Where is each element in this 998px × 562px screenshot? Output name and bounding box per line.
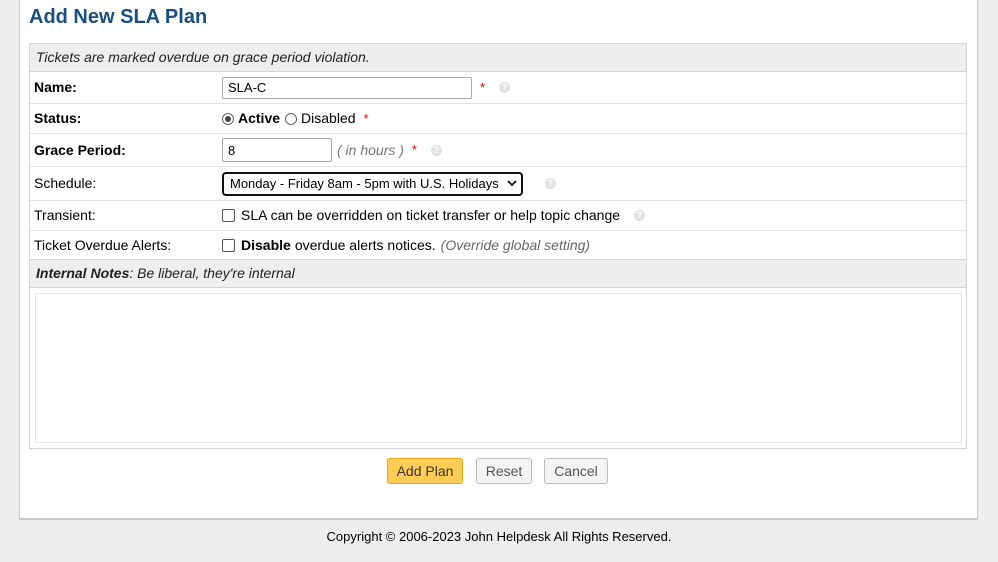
status-active-label[interactable]: Active [238, 104, 280, 133]
status-disabled-label[interactable]: Disabled [301, 104, 355, 133]
disable-alerts-checkbox[interactable] [222, 238, 235, 252]
grace-period-input[interactable] [222, 138, 332, 162]
transient-row: Transient: SLA can be overridden on tick… [30, 201, 966, 231]
form-actions: Add Plan Reset Cancel [0, 458, 998, 484]
overdue-alerts-label: Ticket Overdue Alerts: [34, 237, 172, 253]
transient-checkbox-label[interactable]: SLA can be overridden on ticket transfer… [241, 201, 620, 230]
internal-notes-textarea[interactable] [35, 293, 962, 443]
help-icon[interactable]: ? [545, 178, 556, 189]
required-marker: * [480, 80, 486, 95]
sla-plan-form: Tickets are marked overdue on grace peri… [29, 43, 967, 449]
grace-period-label: Grace Period: [34, 142, 126, 158]
grace-field-wrap: ( in hours ) * ? [222, 134, 442, 166]
help-icon[interactable]: ? [499, 82, 511, 93]
disable-alerts-text[interactable]: overdue alerts notices. [295, 231, 436, 259]
required-marker: * [363, 111, 369, 126]
schedule-row: Schedule: Monday - Friday 8am - 5pm with… [30, 167, 966, 201]
name-row: Name: * ? [30, 72, 966, 104]
internal-notes-title: Internal Notes [36, 265, 130, 281]
form-header-note: Tickets are marked overdue on grace peri… [30, 44, 966, 72]
reset-button[interactable]: Reset [476, 458, 532, 484]
overdue-alerts-row: Ticket Overdue Alerts: Disable overdue a… [30, 231, 966, 259]
status-active-radio[interactable] [222, 112, 234, 125]
name-field-wrap: * ? [222, 72, 511, 103]
schedule-field-wrap: Monday - Friday 8am - 5pm with U.S. Holi… [222, 167, 556, 200]
required-marker: * [411, 142, 417, 157]
schedule-select[interactable]: Monday - Friday 8am - 5pm with U.S. Holi… [222, 171, 523, 196]
grace-period-unit: ( in hours ) [337, 142, 404, 158]
cancel-button[interactable]: Cancel [544, 458, 608, 484]
help-icon[interactable]: ? [430, 144, 442, 156]
help-icon[interactable]: ? [634, 210, 646, 221]
schedule-label: Schedule: [34, 175, 97, 191]
override-note: (Override global setting) [440, 237, 591, 253]
transient-label: Transient: [34, 207, 96, 223]
chevron-down-icon [507, 180, 517, 187]
schedule-selected-value: Monday - Friday 8am - 5pm with U.S. Holi… [230, 176, 499, 191]
internal-notes-header: Internal Notes: Be liberal, they're inte… [30, 259, 966, 288]
name-label: Name: [34, 79, 77, 95]
status-disabled-radio[interactable] [285, 112, 298, 125]
status-label: Status: [34, 110, 82, 126]
grace-period-row: Grace Period: ( in hours ) * ? [30, 134, 966, 167]
add-plan-button[interactable]: Add Plan [387, 458, 463, 484]
status-field-wrap: Active Disabled * [222, 104, 369, 133]
transient-field-wrap: SLA can be overridden on ticket transfer… [222, 201, 646, 230]
name-input[interactable] [222, 76, 472, 99]
page-title: Add New SLA Plan [29, 6, 208, 28]
alerts-field-wrap: Disable overdue alerts notices. (Overrid… [222, 231, 590, 259]
footer-copyright: Copyright © 2006-2023 John Helpdesk All … [326, 529, 672, 544]
internal-notes-subtitle: : Be liberal, they're internal [129, 265, 295, 281]
transient-checkbox[interactable] [222, 209, 235, 222]
status-row: Status: Active Disabled * [30, 104, 966, 134]
disable-alerts-bold[interactable]: Disable [241, 231, 291, 259]
